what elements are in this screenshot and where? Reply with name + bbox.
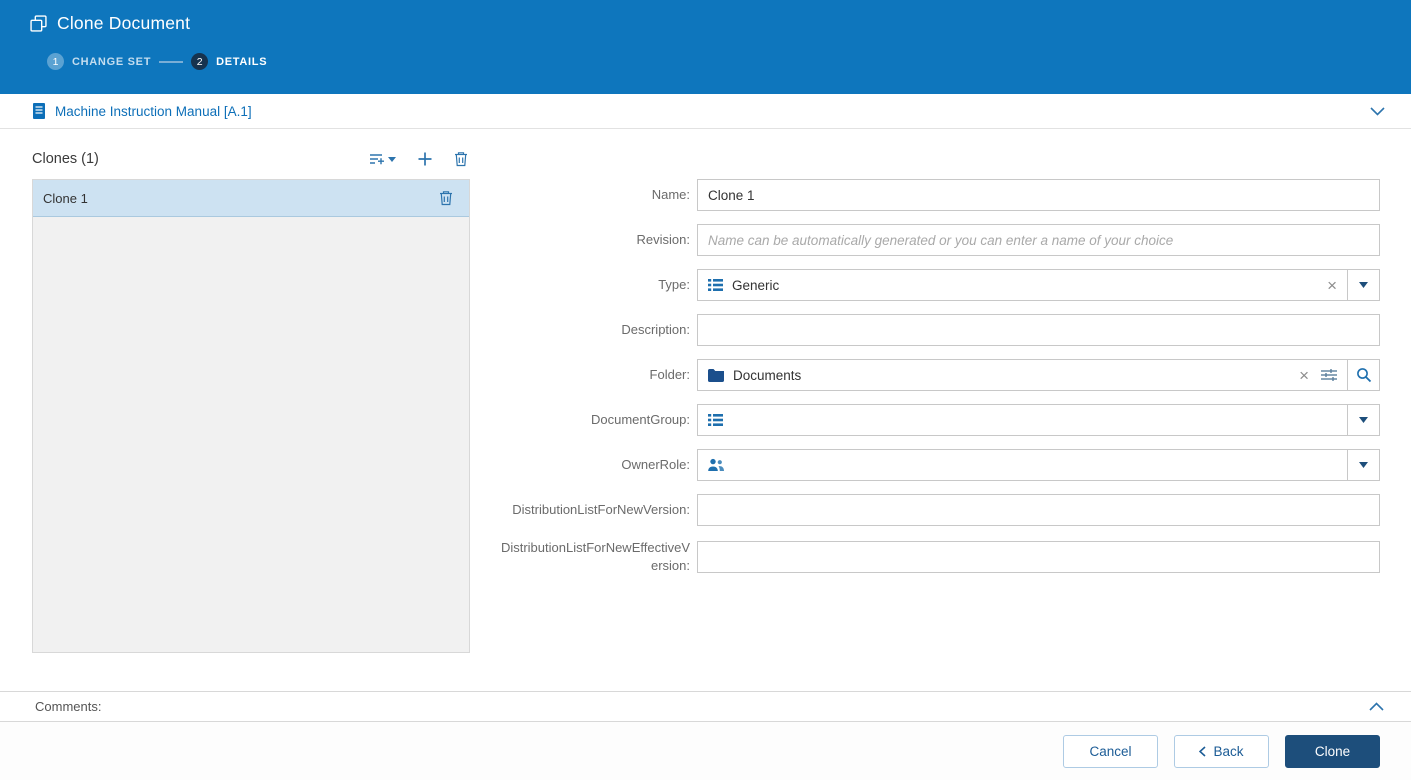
folder-value: Documents [733, 367, 802, 383]
trash-icon [439, 190, 453, 206]
owner-role-label: OwnerRole: [621, 457, 690, 473]
distribution-list-new-effective-version-label: DistributionListForNewEffectiveVersion: [500, 540, 690, 573]
filter-lines-icon [370, 153, 385, 166]
trash-icon [454, 151, 468, 167]
comments-label: Comments: [35, 699, 102, 714]
main-content: Clones (1) Clone 1 Name: Clone 1 Revisio… [0, 129, 1411, 691]
caret-down-icon [388, 156, 396, 162]
clone-item-label: Clone 1 [43, 190, 88, 206]
delete-clone-button[interactable] [452, 149, 470, 169]
chevron-left-icon [1199, 745, 1207, 757]
caret-down-icon [1359, 282, 1368, 288]
clone-list-item[interactable]: Clone 1 [33, 180, 469, 217]
clone-document-icon [30, 15, 47, 32]
field-row-type: Type: Generic × [500, 269, 1380, 301]
distribution-list-new-effective-version-input[interactable] [697, 540, 1380, 573]
document-group-label: DocumentGroup: [591, 412, 690, 428]
owner-role-dropdown-button[interactable] [1347, 449, 1380, 481]
title-row: Clone Document [30, 13, 1411, 34]
delete-clone-row-button[interactable] [437, 188, 455, 208]
wizard-step-details[interactable]: 2 DETAILS [191, 53, 267, 70]
folder-label: Folder: [649, 367, 690, 383]
list-icon [708, 413, 723, 427]
clone-button-label: Clone [1314, 743, 1351, 759]
folder-search-button[interactable] [1347, 359, 1380, 391]
collapse-comments-chevron-up-icon[interactable] [1366, 699, 1387, 714]
field-row-distribution-list-new-effective-version: DistributionListForNewEffectiveVersion: [500, 539, 1380, 574]
field-row-name: Name: [500, 179, 1380, 211]
type-label: Type: [658, 277, 690, 293]
clones-panel: Clones (1) Clone 1 [32, 146, 470, 653]
folder-icon [708, 368, 724, 382]
collapse-document-chevron-down-icon[interactable] [1366, 103, 1389, 120]
search-icon [1356, 367, 1372, 383]
folder-clear-icon[interactable]: × [1299, 367, 1309, 384]
field-row-folder: Folder: Documents × [500, 359, 1380, 391]
field-row-owner-role: OwnerRole: [500, 449, 1380, 481]
name-input[interactable] [697, 179, 1380, 211]
clones-toolbar [368, 149, 470, 169]
back-button-label: Back [1213, 743, 1244, 759]
cancel-button-label: Cancel [1089, 743, 1132, 759]
folder-filter-sliders-icon[interactable] [1321, 368, 1337, 382]
type-dropdown-button[interactable] [1347, 269, 1380, 301]
field-row-revision: Revision: [500, 224, 1380, 256]
type-combobox[interactable]: Generic × [697, 269, 1348, 301]
clones-panel-title: Clones (1) [32, 151, 99, 167]
back-button[interactable]: Back [1174, 734, 1269, 768]
description-input[interactable] [697, 314, 1380, 346]
document-bar: Machine Instruction Manual [A.1] [0, 94, 1411, 129]
owner-role-combobox[interactable] [697, 449, 1348, 481]
wizard-step-change-set[interactable]: 1 CHANGE SET [47, 53, 151, 70]
clones-list: Clone 1 [32, 179, 470, 653]
add-clone-button[interactable] [415, 149, 435, 169]
step-2-indicator: 2 [191, 53, 209, 70]
wizard-steps: 1 CHANGE SET 2 DETAILS [47, 53, 1411, 70]
clones-panel-header: Clones (1) [32, 146, 470, 172]
caret-down-icon [1359, 462, 1368, 468]
revision-input[interactable] [697, 224, 1380, 256]
field-row-description: Description: [500, 314, 1380, 346]
distribution-list-new-version-input[interactable] [697, 494, 1380, 526]
distribution-list-new-version-label: DistributionListForNewVersion: [512, 502, 690, 518]
comments-section-header[interactable]: Comments: [0, 691, 1411, 722]
people-icon [708, 458, 724, 472]
step-1-indicator: 1 [47, 53, 64, 70]
step-1-label: CHANGE SET [72, 55, 152, 68]
type-value: Generic [732, 277, 780, 293]
description-label: Description: [621, 322, 690, 338]
filter-menu-button[interactable] [368, 151, 398, 168]
caret-down-icon [1359, 417, 1368, 423]
document-group-combobox[interactable] [697, 404, 1348, 436]
plus-icon [417, 151, 433, 167]
type-clear-icon[interactable]: × [1327, 277, 1337, 294]
revision-label: Revision: [636, 232, 690, 248]
field-row-document-group: DocumentGroup: [500, 404, 1380, 436]
list-icon [708, 278, 723, 292]
document-title: Machine Instruction Manual [A.1] [55, 103, 252, 119]
step-2-label: DETAILS [216, 55, 268, 68]
footer-actions: Cancel Back Clone [0, 722, 1411, 780]
document-icon [32, 103, 46, 119]
field-row-distribution-list-new-version: DistributionListForNewVersion: [500, 494, 1380, 526]
cancel-button[interactable]: Cancel [1063, 734, 1158, 768]
clone-details-form: Name: Revision: Type: [500, 179, 1380, 587]
dialog-title: Clone Document [57, 13, 191, 33]
header: Clone Document 1 CHANGE SET 2 DETAILS [0, 0, 1411, 94]
document-group-dropdown-button[interactable] [1347, 404, 1380, 436]
clone-button[interactable]: Clone [1285, 734, 1380, 768]
name-label: Name: [651, 187, 690, 203]
folder-lookup-field[interactable]: Documents × [697, 359, 1348, 391]
step-connector [159, 60, 184, 63]
